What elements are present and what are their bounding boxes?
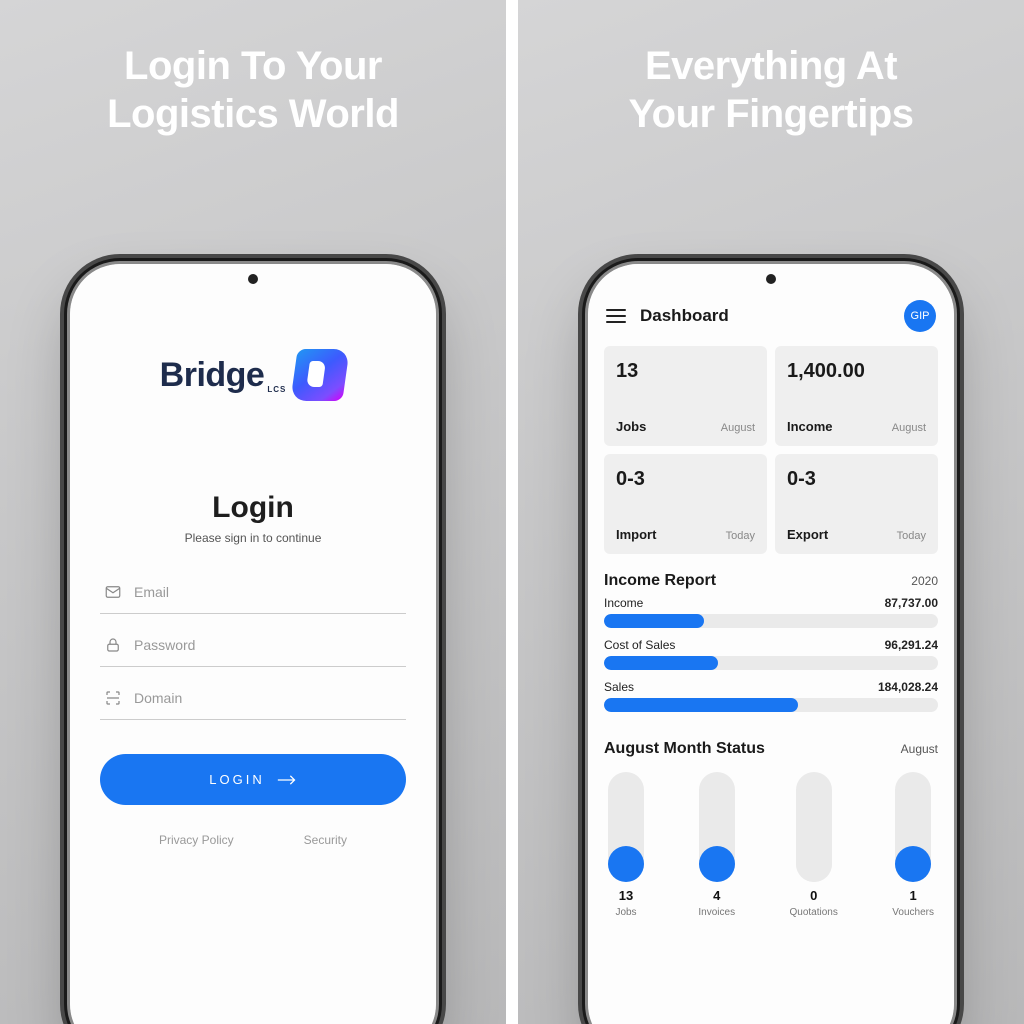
- logo-subtext: LCS: [267, 385, 286, 394]
- status-pill: [699, 772, 735, 882]
- progress-fill: [604, 698, 798, 712]
- lock-icon: [104, 636, 122, 654]
- stat-period: Today: [897, 530, 926, 542]
- password-field-row[interactable]: [100, 624, 406, 667]
- phone-frame-login: Bridge LCS Login Please sign in to conti…: [70, 264, 436, 1024]
- stat-card-export[interactable]: 0-3 Export Today: [775, 454, 938, 554]
- status-label: Jobs: [615, 907, 636, 918]
- status-count: 4: [713, 888, 720, 903]
- status-pill: [608, 772, 644, 882]
- stat-label: Import: [616, 527, 656, 542]
- privacy-link[interactable]: Privacy Policy: [159, 833, 234, 847]
- logo-mark-icon: [291, 349, 350, 401]
- hero-text: Everything At Your Fingertips: [518, 42, 1024, 138]
- metric-label: Cost of Sales: [604, 638, 675, 652]
- status-pill: [895, 772, 931, 882]
- status-count: 0: [810, 888, 817, 903]
- status-label: Vouchers: [892, 907, 934, 918]
- menu-icon[interactable]: [606, 309, 626, 323]
- email-input[interactable]: [134, 584, 402, 600]
- metric-label: Sales: [604, 680, 634, 694]
- month-status-chart: 13 Jobs 4 Invoices 0 Quotations: [604, 772, 938, 918]
- security-link[interactable]: Security: [304, 833, 347, 847]
- stat-card-income[interactable]: 1,400.00 Income August: [775, 346, 938, 446]
- status-knob: [699, 846, 735, 882]
- progress-fill: [604, 656, 718, 670]
- status-knob: [608, 846, 644, 882]
- status-knob: [895, 846, 931, 882]
- dashboard-screen: Dashboard GIP 13 Jobs August 1,400.00: [588, 264, 954, 1024]
- section-title: August Month Status: [604, 740, 765, 758]
- login-subheading: Please sign in to continue: [185, 531, 322, 545]
- stat-value: 0-3: [787, 468, 926, 491]
- hero-text: Login To Your Logistics World: [0, 42, 506, 138]
- status-count: 1: [910, 888, 917, 903]
- login-promo-panel: Login To Your Logistics World Bridge LCS…: [0, 0, 506, 1024]
- status-invoices: 4 Invoices: [698, 772, 735, 918]
- progress-bar: [604, 614, 938, 628]
- hero-line2: Logistics World: [0, 90, 506, 138]
- metric-value: 87,737.00: [885, 596, 938, 610]
- metric-income: Income 87,737.00: [604, 596, 938, 628]
- stat-value: 1,400.00: [787, 360, 926, 383]
- hero-line1: Login To Your: [0, 42, 506, 90]
- footer-links: Privacy Policy Security: [159, 833, 347, 847]
- avatar[interactable]: GIP: [904, 300, 936, 332]
- stat-value: 0-3: [616, 468, 755, 491]
- password-input[interactable]: [134, 637, 402, 653]
- app-logo: Bridge LCS: [160, 349, 347, 401]
- income-report-header: Income Report 2020: [604, 572, 938, 590]
- stat-card-jobs[interactable]: 13 Jobs August: [604, 346, 767, 446]
- login-heading: Login: [212, 491, 294, 525]
- arrow-right-icon: [277, 773, 297, 787]
- logo-text: Bridge: [160, 356, 265, 395]
- page-title: Dashboard: [640, 306, 890, 326]
- metric-value: 184,028.24: [878, 680, 938, 694]
- scan-icon: [104, 689, 122, 707]
- status-vouchers: 1 Vouchers: [892, 772, 934, 918]
- stat-period: August: [892, 422, 926, 434]
- progress-bar: [604, 656, 938, 670]
- section-title: Income Report: [604, 572, 716, 590]
- metric-sales: Sales 184,028.24: [604, 680, 938, 712]
- progress-bar: [604, 698, 938, 712]
- topbar: Dashboard GIP: [604, 294, 938, 346]
- login-button-label: LOGIN: [209, 772, 264, 787]
- stat-value: 13: [616, 360, 755, 383]
- metric-cost-of-sales: Cost of Sales 96,291.24: [604, 638, 938, 670]
- stat-period: Today: [726, 530, 755, 542]
- email-field-row[interactable]: [100, 571, 406, 614]
- login-screen: Bridge LCS Login Please sign in to conti…: [70, 264, 436, 1024]
- status-count: 13: [619, 888, 633, 903]
- domain-field-row[interactable]: [100, 677, 406, 720]
- section-period: August: [901, 742, 938, 756]
- stat-period: August: [721, 422, 755, 434]
- status-pill: [796, 772, 832, 882]
- stat-label: Income: [787, 419, 833, 434]
- domain-input[interactable]: [134, 690, 402, 706]
- status-label: Quotations: [790, 907, 838, 918]
- stat-cards: 13 Jobs August 1,400.00 Income August: [604, 346, 938, 554]
- metric-value: 96,291.24: [885, 638, 938, 652]
- status-knob: [796, 846, 832, 882]
- hero-line1: Everything At: [518, 42, 1024, 90]
- month-status-header: August Month Status August: [604, 740, 938, 758]
- section-year: 2020: [911, 574, 938, 588]
- status-jobs: 13 Jobs: [608, 772, 644, 918]
- login-button[interactable]: LOGIN: [100, 754, 406, 805]
- phone-frame-dashboard: Dashboard GIP 13 Jobs August 1,400.00: [588, 264, 954, 1024]
- mail-icon: [104, 583, 122, 601]
- stat-label: Export: [787, 527, 828, 542]
- progress-fill: [604, 614, 704, 628]
- status-quotations: 0 Quotations: [790, 772, 838, 918]
- stat-label: Jobs: [616, 419, 646, 434]
- metric-label: Income: [604, 596, 643, 610]
- stat-card-import[interactable]: 0-3 Import Today: [604, 454, 767, 554]
- status-label: Invoices: [698, 907, 735, 918]
- hero-line2: Your Fingertips: [518, 90, 1024, 138]
- dashboard-promo-panel: Everything At Your Fingertips Dashboard …: [518, 0, 1024, 1024]
